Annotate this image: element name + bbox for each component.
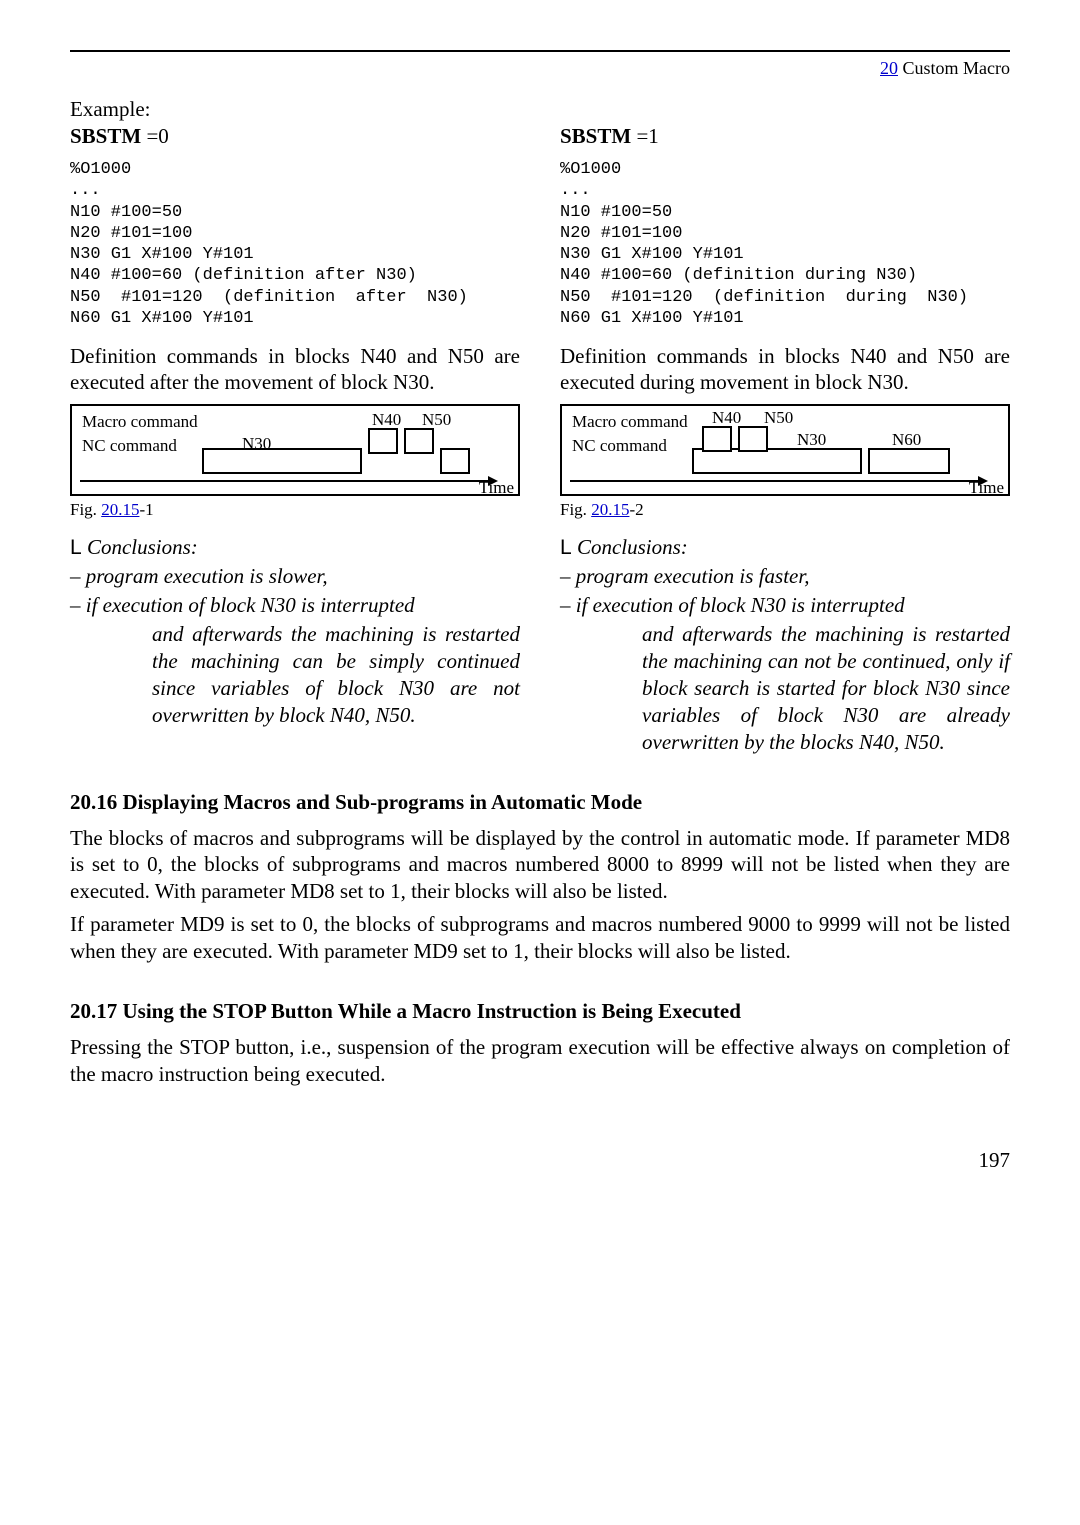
figure-link[interactable]: 20.15	[591, 500, 629, 519]
sbstm-label: SBSTM	[560, 124, 631, 148]
n60-box	[868, 448, 950, 474]
macro-command-label: Macro command	[572, 412, 688, 432]
conclusion-item-2-rest: and afterwards the machining is restarte…	[560, 621, 1010, 755]
section-20-17-para-1: Pressing the STOP button, i.e., suspensi…	[70, 1034, 1010, 1088]
example-label: Example:	[70, 97, 520, 122]
timing-diagram-left: Macro command NC command N40 N50 N30 Tim…	[70, 404, 520, 496]
bullet-icon: L	[70, 536, 82, 559]
sbstm-heading-right: SBSTM =1	[560, 124, 1010, 149]
time-label: Time	[479, 478, 514, 498]
conclusions-heading-text: Conclusions:	[572, 535, 688, 559]
chapter-number-link[interactable]: 20	[880, 58, 898, 78]
figure-caption-right: Fig. 20.15-2	[560, 500, 1010, 520]
n50-box	[404, 428, 434, 454]
page: 20 Custom Macro Example: SBSTM =0 %O1000…	[0, 0, 1080, 1233]
figure-link[interactable]: 20.15	[101, 500, 139, 519]
sbstm-value: =0	[141, 124, 169, 148]
timing-diagram-right: Macro command NC command N40 N50 N30 N60…	[560, 404, 1010, 496]
conclusions-left: L Conclusions: – program execution is sl…	[70, 534, 520, 729]
code-block-left: %O1000 ... N10 #100=50 N20 #101=100 N30 …	[70, 159, 520, 329]
n40-label: N40	[712, 408, 741, 428]
nc-command-label: NC command	[82, 436, 177, 456]
conclusions-right: L Conclusions: – program execution is fa…	[560, 534, 1010, 756]
n50-label: N50	[764, 408, 793, 428]
definition-paragraph-left: Definition commands in blocks N40 and N5…	[70, 343, 520, 396]
n40-box	[368, 428, 398, 454]
definition-paragraph-right: Definition commands in blocks N40 and N5…	[560, 343, 1010, 396]
n40-box	[702, 426, 732, 452]
conclusion-item-1: – program execution is faster,	[560, 563, 1010, 590]
figure-caption-left: Fig. 20.15-1	[70, 500, 520, 520]
n40-label: N40	[372, 410, 401, 430]
sbstm-value: =1	[631, 124, 659, 148]
sbstm-label: SBSTM	[70, 124, 141, 148]
fig-suffix: -2	[629, 500, 643, 519]
conclusion-item-2-rest: and afterwards the machining is restarte…	[70, 621, 520, 729]
sbstm-heading-left: SBSTM =0	[70, 124, 520, 149]
fig-suffix: -1	[139, 500, 153, 519]
header: 20 Custom Macro	[70, 58, 1010, 79]
page-number: 197	[70, 1148, 1010, 1173]
conclusions-heading-text: Conclusions:	[82, 535, 198, 559]
n60-box	[440, 448, 470, 474]
conclusion-item-1: – program execution is slower,	[70, 563, 520, 590]
n30-box	[202, 448, 362, 474]
fig-prefix: Fig.	[70, 500, 101, 519]
top-rule	[70, 50, 1010, 52]
n50-box	[738, 426, 768, 452]
two-column-area: Example: SBSTM =0 %O1000 ... N10 #100=50…	[70, 97, 1010, 756]
code-block-right: %O1000 ... N10 #100=50 N20 #101=100 N30 …	[560, 159, 1010, 329]
section-20-16-para-1: The blocks of macros and subprograms wil…	[70, 825, 1010, 906]
conclusion-item-2-line1: – if execution of block N30 is interrupt…	[70, 592, 520, 619]
left-column: Example: SBSTM =0 %O1000 ... N10 #100=50…	[70, 97, 520, 756]
conclusions-heading: L Conclusions:	[560, 534, 1010, 562]
section-20-17-title: 20.17 Using the STOP Button While a Macr…	[70, 999, 1010, 1024]
bullet-icon: L	[560, 536, 572, 559]
section-20-16-title: 20.16 Displaying Macros and Sub-programs…	[70, 790, 1010, 815]
chapter-title: Custom Macro	[898, 58, 1010, 78]
section-20-16-para-2: If parameter MD9 is set to 0, the blocks…	[70, 911, 1010, 965]
time-axis	[80, 480, 490, 482]
spacer	[560, 97, 1010, 122]
macro-command-label: Macro command	[82, 412, 198, 432]
fig-prefix: Fig.	[560, 500, 591, 519]
n30-label: N30	[797, 430, 826, 450]
conclusions-heading: L Conclusions:	[70, 534, 520, 562]
time-label: Time	[969, 478, 1004, 498]
conclusion-item-2-line1: – if execution of block N30 is interrupt…	[560, 592, 1010, 619]
nc-command-label: NC command	[572, 436, 667, 456]
time-axis	[570, 480, 980, 482]
n50-label: N50	[422, 410, 451, 430]
n60-label-area: N60	[892, 430, 921, 450]
right-column: SBSTM =1 %O1000 ... N10 #100=50 N20 #101…	[560, 97, 1010, 756]
